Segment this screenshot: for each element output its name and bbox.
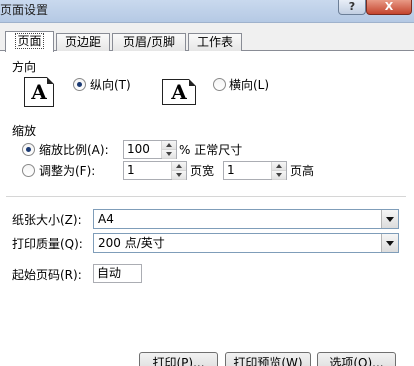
print-quality-dropdown[interactable]: 200 点/英寸 — [93, 233, 399, 253]
chevron-down-icon[interactable] — [381, 234, 398, 252]
chevron-down-icon[interactable] — [381, 210, 398, 228]
tab-header-footer-label: 页眉/页脚 — [122, 35, 176, 49]
scale-spinner-buttons[interactable] — [161, 141, 176, 159]
portrait-page-icon: A — [24, 77, 54, 107]
spinner-up-icon[interactable] — [172, 162, 186, 171]
title-bar: 页面设置 ? X — [0, 0, 414, 23]
first-page-number-input[interactable]: 自动 — [93, 264, 142, 283]
separator — [6, 196, 406, 197]
help-button[interactable]: ? — [338, 0, 366, 15]
spinner-up-icon[interactable] — [162, 141, 176, 150]
tab-sheet-label: 工作表 — [196, 35, 233, 49]
fit-wide-spinner-buttons[interactable] — [171, 162, 186, 180]
tab-panel-page — [0, 50, 414, 366]
tab-header-footer[interactable]: 页眉/页脚 — [112, 33, 186, 51]
tab-margins[interactable]: 页边距 — [56, 33, 110, 51]
pages-wide-label: 页宽 — [190, 164, 215, 178]
first-page-number-label: 起始页码(R): — [12, 268, 82, 282]
spinner-up-icon[interactable] — [272, 162, 286, 171]
portrait-radio[interactable] — [73, 78, 86, 91]
fit-pages-tall-value[interactable]: 1 — [227, 163, 235, 178]
fit-tall-spinner-buttons[interactable] — [271, 162, 286, 180]
landscape-page-icon: A — [162, 79, 196, 105]
options-button[interactable]: 选项(O)... — [317, 352, 396, 366]
print-preview-button[interactable]: 打印预览(W) — [225, 352, 311, 366]
fit-to-radio[interactable] — [22, 164, 35, 177]
scale-percent-value[interactable]: 100 — [127, 142, 150, 157]
landscape-icon-letter: A — [171, 80, 187, 104]
window-title: 页面设置 — [0, 3, 49, 17]
print-quality-value[interactable]: 200 点/英寸 — [98, 235, 165, 251]
paper-size-label: 纸张大小(Z): — [12, 213, 82, 227]
fit-pages-wide-spinner[interactable]: 1 — [123, 161, 187, 180]
tab-sheet[interactable]: 工作表 — [188, 33, 242, 51]
close-button[interactable]: X — [366, 0, 412, 15]
print-quality-label: 打印质量(Q): — [12, 237, 83, 251]
adjust-to-radio[interactable] — [22, 143, 35, 156]
fit-pages-wide-value[interactable]: 1 — [127, 163, 135, 178]
scaling-header: 缩放 — [12, 124, 37, 138]
paper-size-value[interactable]: A4 — [98, 211, 114, 227]
portrait-label[interactable]: 纵向(T) — [90, 76, 131, 93]
pages-tall-label: 页高 — [290, 164, 315, 178]
percent-normal-size-label: % 正常尺寸 — [179, 143, 243, 157]
adjust-to-label[interactable]: 缩放比例(A): — [39, 141, 109, 158]
scale-percent-spinner[interactable]: 100 — [123, 140, 177, 159]
tab-page[interactable]: 页面 — [5, 31, 54, 52]
fit-to-label[interactable]: 调整为(F): — [39, 162, 95, 179]
print-button[interactable]: 打印(P)... — [139, 352, 218, 366]
first-page-number-value[interactable]: 自动 — [97, 266, 121, 281]
paper-size-dropdown[interactable]: A4 — [93, 209, 399, 229]
spinner-down-icon[interactable] — [172, 171, 186, 180]
portrait-icon-letter: A — [31, 80, 47, 104]
tab-margins-label: 页边距 — [64, 35, 101, 49]
spinner-down-icon[interactable] — [272, 171, 286, 180]
spinner-down-icon[interactable] — [162, 150, 176, 159]
tab-page-label: 页面 — [15, 33, 44, 49]
landscape-radio[interactable] — [213, 78, 226, 91]
fit-pages-tall-spinner[interactable]: 1 — [223, 161, 287, 180]
orientation-header: 方向 — [12, 60, 37, 74]
landscape-label[interactable]: 横向(L) — [229, 76, 269, 93]
